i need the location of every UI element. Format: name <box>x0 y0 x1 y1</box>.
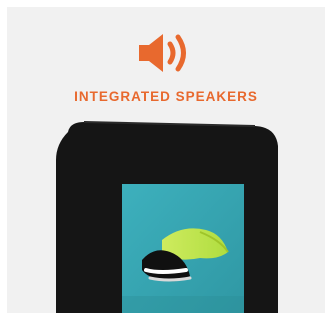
feature-card: INTEGRATED SPEAKERS <box>7 7 325 313</box>
feature-title: INTEGRATED SPEAKERS <box>74 89 258 104</box>
speaker-volume-icon <box>7 29 325 77</box>
kiosk-image <box>50 120 285 313</box>
